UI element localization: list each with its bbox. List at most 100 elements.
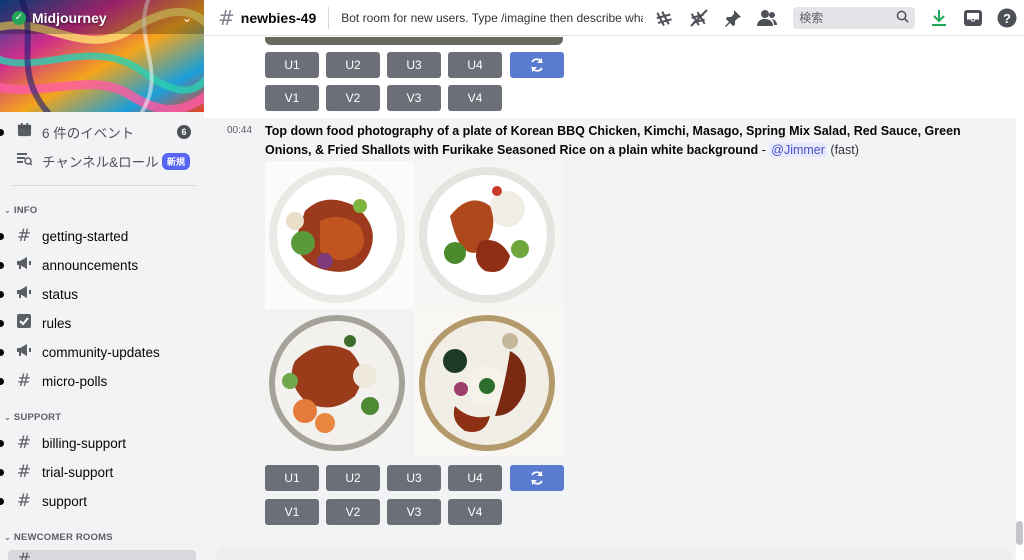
chevron-down-icon: ⌄ bbox=[4, 413, 11, 422]
browse-channels-icon bbox=[14, 151, 34, 171]
sidebar-item-announcements[interactable]: announcements bbox=[0, 253, 204, 277]
channels-roles-item[interactable]: チャンネル&ロール 新規 bbox=[0, 149, 204, 173]
sidebar-item-community-updates[interactable]: community-updates bbox=[0, 340, 204, 364]
image-grid-attachment[interactable] bbox=[265, 161, 563, 457]
upscale-button[interactable]: U1 bbox=[265, 465, 319, 491]
download-icon[interactable] bbox=[927, 6, 951, 30]
rules-icon bbox=[14, 313, 34, 333]
sidebar-divider bbox=[12, 185, 196, 186]
unread-dot bbox=[0, 129, 4, 136]
mute-icon[interactable] bbox=[687, 6, 711, 30]
food-image-grid bbox=[265, 161, 563, 457]
chevron-down-icon[interactable]: ⌄ bbox=[182, 11, 192, 25]
message-list: U1 U2 U3 U4 V1 V2 V3 V4 00:44 Top down f… bbox=[204, 37, 1024, 560]
variation-button[interactable]: V3 bbox=[387, 85, 441, 111]
food-plate-image bbox=[419, 315, 555, 451]
scrollbar-thumb[interactable] bbox=[1016, 521, 1023, 545]
threads-icon[interactable] bbox=[653, 6, 677, 30]
previous-image-grid[interactable] bbox=[265, 37, 563, 45]
upscale-button[interactable]: U2 bbox=[326, 52, 380, 78]
unread-dot bbox=[0, 378, 4, 385]
variation-button[interactable]: V4 bbox=[448, 499, 502, 525]
pin-icon[interactable] bbox=[721, 6, 745, 30]
members-icon[interactable] bbox=[755, 6, 779, 30]
variation-button[interactable]: V4 bbox=[448, 85, 502, 111]
channel-sidebar: ✓ Midjourney ⌄ 6 件のイベント 6 チャンネル&ロール 新規 ⌄… bbox=[0, 0, 204, 560]
variation-button[interactable]: V2 bbox=[326, 499, 380, 525]
unread-dot bbox=[0, 440, 4, 447]
variation-button[interactable]: V1 bbox=[265, 499, 319, 525]
hash-icon: # bbox=[16, 371, 32, 391]
sidebar-item-trial-support[interactable]: # trial-support bbox=[0, 460, 204, 484]
hash-icon: # bbox=[16, 226, 32, 246]
channel-label: community-updates bbox=[42, 344, 160, 360]
scrollbar[interactable] bbox=[1014, 37, 1024, 547]
upscale-button[interactable]: U4 bbox=[448, 52, 502, 78]
channel-label: support bbox=[42, 493, 88, 509]
sidebar-item-status[interactable]: status bbox=[0, 282, 204, 306]
hash-icon: # bbox=[16, 491, 32, 511]
reroll-button[interactable] bbox=[510, 465, 564, 491]
new-badge: 新規 bbox=[161, 152, 190, 170]
upscale-button[interactable]: U4 bbox=[448, 465, 502, 491]
unread-dot bbox=[0, 469, 4, 476]
message-content: Top down food photography of a plate of … bbox=[265, 122, 965, 160]
chevron-down-icon: ⌄ bbox=[4, 206, 11, 215]
megaphone-icon bbox=[14, 284, 34, 304]
prompt-separator: - bbox=[758, 143, 770, 157]
food-plate-image bbox=[269, 315, 405, 451]
sidebar-item-micro-polls[interactable]: # micro-polls bbox=[0, 369, 204, 393]
server-header[interactable]: ✓ Midjourney ⌄ bbox=[0, 0, 204, 36]
upscale-button[interactable]: U2 bbox=[326, 465, 380, 491]
channels-roles-label: チャンネル&ロール bbox=[42, 155, 159, 170]
variation-button[interactable]: V3 bbox=[387, 499, 441, 525]
calendar-icon bbox=[14, 122, 34, 142]
megaphone-icon bbox=[14, 342, 34, 362]
category-support[interactable]: ⌄ SUPPORT bbox=[4, 412, 61, 423]
channel-label: announcements bbox=[42, 257, 139, 273]
upscale-button[interactable]: U3 bbox=[387, 52, 441, 78]
reroll-button[interactable] bbox=[510, 52, 564, 78]
events-label: 6 件のイベント bbox=[42, 126, 135, 141]
search-input[interactable]: 検索 bbox=[793, 6, 916, 29]
user-mention[interactable]: @Jimmer bbox=[769, 143, 827, 157]
sidebar-item-getting-started[interactable]: # getting-started bbox=[0, 224, 204, 248]
channel-header: # newbies-49 Bot room for new users. Typ… bbox=[204, 0, 1024, 36]
variation-button[interactable]: V2 bbox=[326, 85, 380, 111]
sidebar-item-support[interactable]: # support bbox=[0, 489, 204, 513]
sidebar-item-billing-support[interactable]: # billing-support bbox=[0, 431, 204, 455]
sidebar-item-newbies-selected[interactable]: # bbox=[8, 550, 196, 560]
upscale-button[interactable]: U3 bbox=[387, 465, 441, 491]
reroll-icon bbox=[531, 58, 543, 72]
verified-check-icon: ✓ bbox=[12, 11, 26, 25]
food-plate-image bbox=[269, 167, 405, 303]
unread-dot bbox=[0, 349, 4, 356]
category-label: SUPPORT bbox=[13, 412, 62, 423]
megaphone-icon bbox=[14, 255, 34, 275]
svg-text:?: ? bbox=[1003, 11, 1011, 26]
category-newcomer-rooms[interactable]: ⌄ NEWCOMER ROOMS bbox=[4, 532, 113, 543]
channel-name: newbies-49 bbox=[240, 9, 317, 26]
sidebar-item-rules[interactable]: rules bbox=[0, 311, 204, 335]
help-icon[interactable]: ? bbox=[995, 6, 1019, 30]
upscale-button[interactable]: U1 bbox=[265, 52, 319, 78]
hash-icon: # bbox=[16, 550, 32, 560]
channel-topic[interactable]: Bot room for new users. Type /imagine th… bbox=[341, 11, 643, 25]
channel-label: billing-support bbox=[42, 435, 127, 451]
search-icon bbox=[896, 10, 909, 26]
variation-button[interactable]: V1 bbox=[265, 85, 319, 111]
hash-icon: # bbox=[16, 433, 32, 453]
hash-icon: # bbox=[218, 5, 235, 30]
food-plate-image bbox=[419, 167, 555, 303]
unread-dot bbox=[0, 262, 4, 269]
channel-label: micro-polls bbox=[42, 373, 108, 389]
reroll-icon bbox=[531, 471, 543, 485]
channel-label: rules bbox=[42, 315, 72, 331]
category-label: INFO bbox=[13, 205, 38, 216]
message-composer[interactable] bbox=[216, 548, 1012, 560]
unread-dot bbox=[0, 291, 4, 298]
unread-dot bbox=[0, 320, 4, 327]
category-info[interactable]: ⌄ INFO bbox=[4, 205, 37, 216]
inbox-icon[interactable] bbox=[961, 6, 985, 30]
events-item[interactable]: 6 件のイベント 6 bbox=[0, 120, 204, 144]
